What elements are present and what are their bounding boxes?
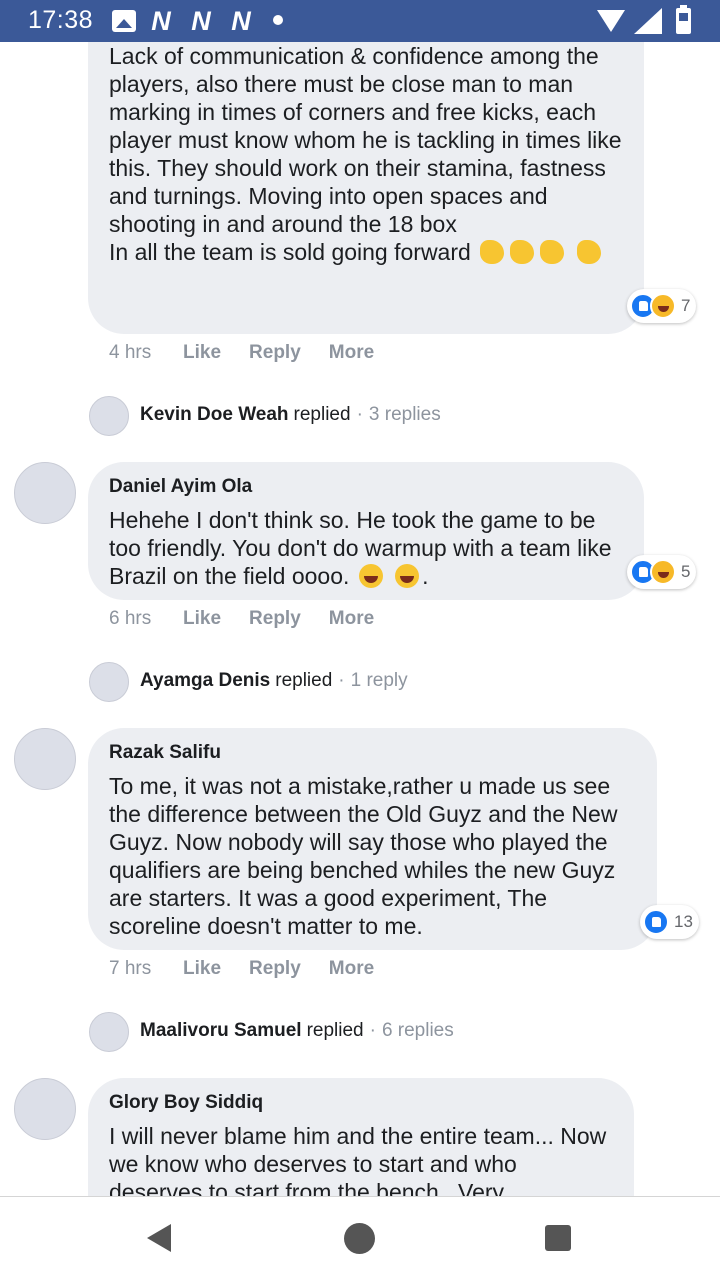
reaction-count: 13 xyxy=(674,912,693,931)
more-button[interactable]: More xyxy=(329,342,374,364)
haha-reaction-icon xyxy=(650,559,676,585)
avatar[interactable] xyxy=(89,1012,129,1052)
avatar[interactable] xyxy=(14,462,76,524)
replied-label: replied xyxy=(275,670,333,691)
like-button[interactable]: Like xyxy=(183,608,221,630)
status-time: 17:38 xyxy=(28,6,94,34)
signal-icon xyxy=(634,8,662,34)
navigation-bar xyxy=(0,1196,720,1280)
recent-apps-icon[interactable] xyxy=(545,1225,571,1251)
comment-text: Lack of communication & confidence among… xyxy=(109,43,622,265)
reply-button[interactable]: Reply xyxy=(249,958,301,980)
avatar[interactable] xyxy=(14,728,76,790)
replied-label: replied xyxy=(293,404,351,425)
replies-link[interactable]: Kevin Doe Weah replied · 3 replies xyxy=(140,404,441,426)
avatar[interactable] xyxy=(89,396,129,436)
avatar[interactable] xyxy=(14,1078,76,1140)
replier-name: Maalivoru Samuel xyxy=(140,1020,302,1041)
reaction-summary[interactable]: 5 xyxy=(627,555,697,589)
comment-bubble: Razak Salifu To me, it was not a mistake… xyxy=(88,728,657,950)
comment-text: To me, it was not a mistake,rather u mad… xyxy=(109,773,624,939)
reaction-summary[interactable]: 7 xyxy=(627,289,697,323)
laughing-tears-emoji-icon xyxy=(358,564,383,588)
status-bar: 17:38 N N N xyxy=(0,0,720,42)
replier-name: Kevin Doe Weah xyxy=(140,404,289,425)
clapping-hands-emoji-icon xyxy=(480,240,505,264)
like-button[interactable]: Like xyxy=(183,958,221,980)
reply-count: 3 replies xyxy=(368,404,441,425)
reply-count: 6 replies xyxy=(381,1020,454,1041)
reply-button[interactable]: Reply xyxy=(249,608,301,630)
comment-time[interactable]: 7 hrs xyxy=(109,958,183,980)
reaction-count: 5 xyxy=(681,562,691,581)
comment-author[interactable]: Glory Boy Siddiq xyxy=(109,1092,614,1114)
clapping-hands-emoji-icon xyxy=(510,240,535,264)
n-notification-icon: N xyxy=(191,5,211,36)
more-button[interactable]: More xyxy=(329,958,374,980)
comment-actions: 4 hrs Like Reply More xyxy=(109,342,402,364)
replier-name: Ayamga Denis xyxy=(140,670,271,691)
n-notification-icon: N xyxy=(151,5,171,36)
reply-button[interactable]: Reply xyxy=(249,342,301,364)
home-icon[interactable] xyxy=(344,1223,375,1254)
replies-link[interactable]: Maalivoru Samuel replied · 6 replies xyxy=(140,1020,454,1042)
like-button[interactable]: Like xyxy=(183,342,221,364)
comment-author[interactable]: Daniel Ayim Ola xyxy=(109,476,624,498)
back-icon[interactable] xyxy=(147,1224,171,1252)
laughing-tears-emoji-icon xyxy=(395,564,420,588)
comment-time[interactable]: 4 hrs xyxy=(109,342,183,364)
clapping-hands-emoji-icon xyxy=(576,240,601,264)
more-button[interactable]: More xyxy=(329,608,374,630)
battery-icon xyxy=(676,5,691,34)
comment-time[interactable]: 6 hrs xyxy=(109,608,183,630)
like-reaction-icon xyxy=(643,909,669,935)
comments-feed[interactable]: Lack of communication & confidence among… xyxy=(0,42,720,1196)
wifi-icon xyxy=(597,10,625,32)
comment-bubble: Daniel Ayim Ola Hehehe I don't think so.… xyxy=(88,462,644,600)
n-notification-icon: N xyxy=(231,5,251,36)
replied-label: replied xyxy=(306,1020,364,1041)
more-notifications-dot-icon xyxy=(273,15,283,25)
comment-actions: 7 hrs Like Reply More xyxy=(109,958,402,980)
avatar[interactable] xyxy=(89,662,129,702)
clapping-hands-emoji-icon xyxy=(540,240,565,264)
comment-text: Hehehe I don't think so. He took the gam… xyxy=(109,507,618,589)
reaction-count: 7 xyxy=(681,296,691,315)
reply-count: 1 reply xyxy=(350,670,408,691)
reaction-summary[interactable]: 13 xyxy=(640,905,699,939)
gallery-notification-icon xyxy=(112,10,136,32)
replies-link[interactable]: Ayamga Denis replied · 1 reply xyxy=(140,670,408,692)
comment-actions: 6 hrs Like Reply More xyxy=(109,608,402,630)
comment-bubble: Lack of communication & confidence among… xyxy=(88,42,644,334)
comment-bubble: Glory Boy Siddiq I will never blame him … xyxy=(88,1078,634,1196)
comment-text: I will never blame him and the entire te… xyxy=(109,1123,613,1196)
haha-reaction-icon xyxy=(650,293,676,319)
comment-author[interactable]: Razak Salifu xyxy=(109,742,637,764)
